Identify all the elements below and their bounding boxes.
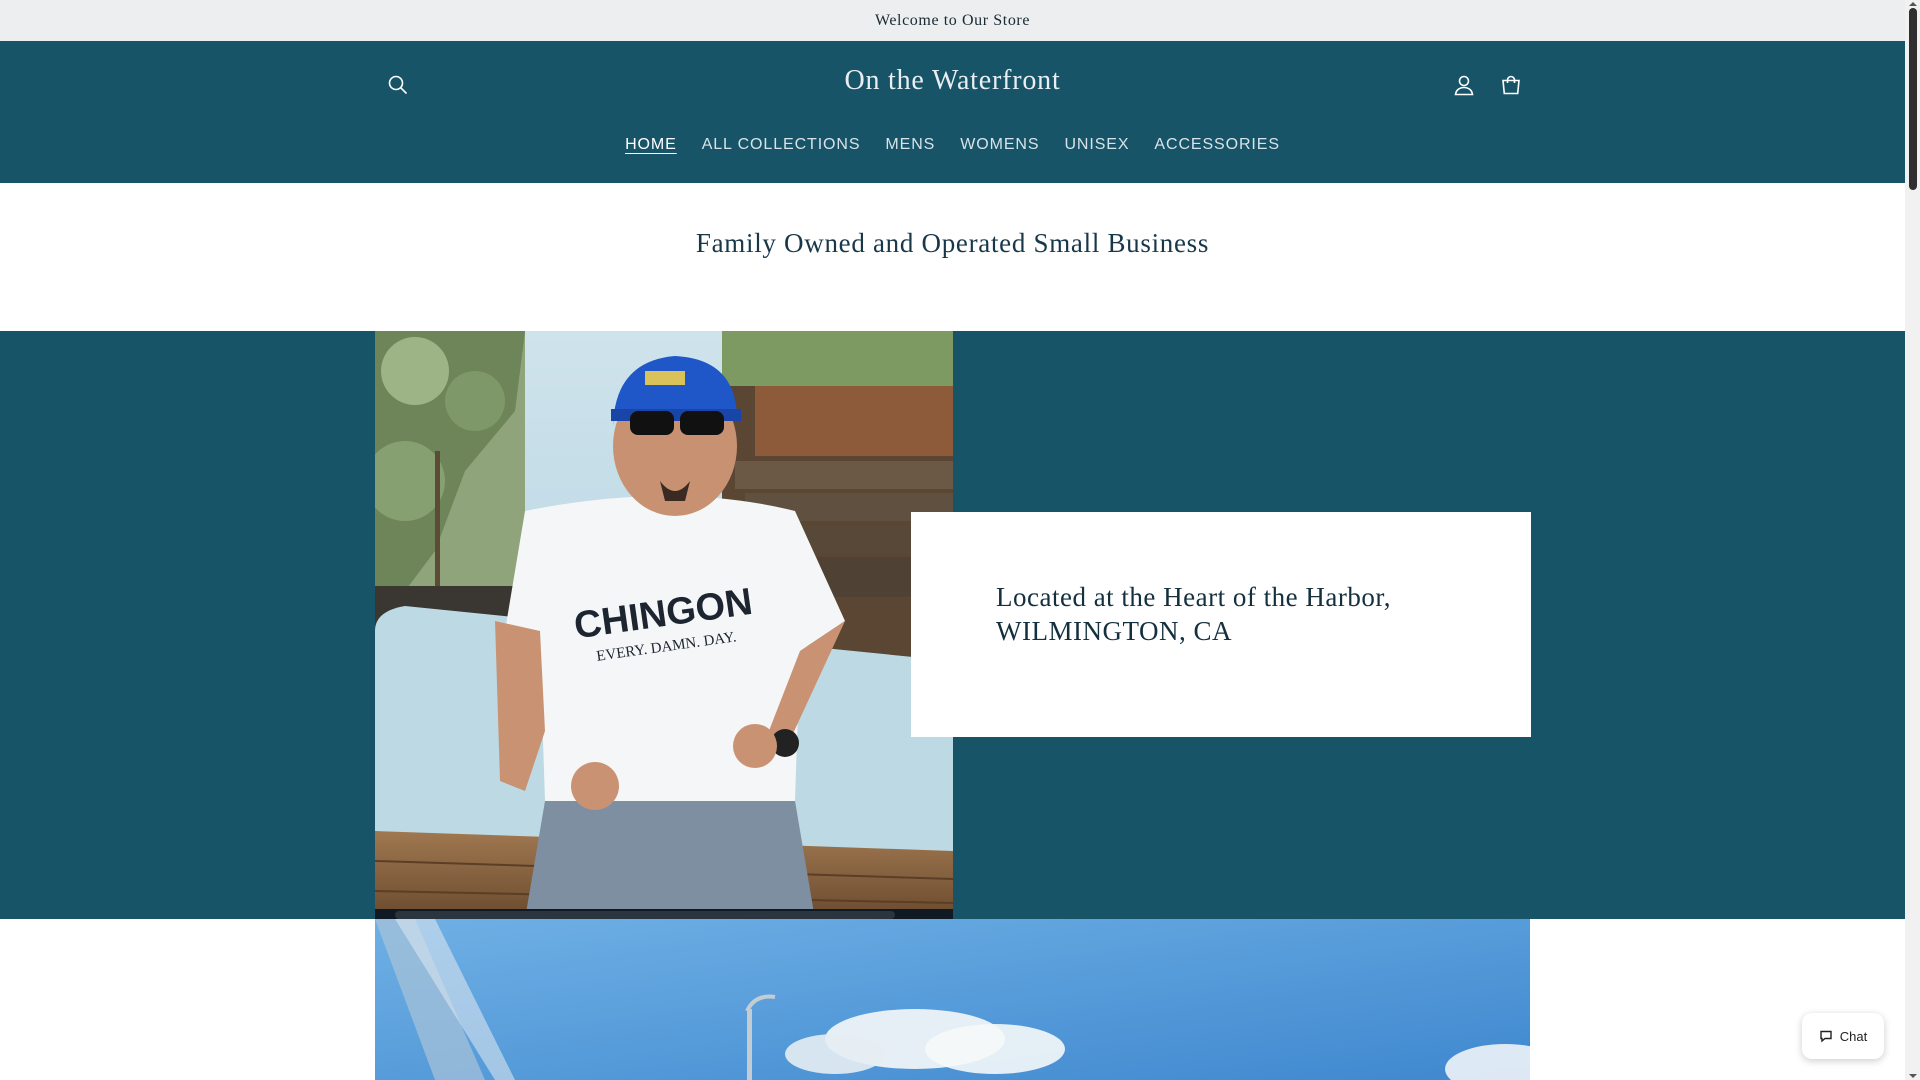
nav-unisex[interactable]: UNISEX	[1052, 136, 1142, 154]
location-heading: Located at the Heart of the Harbor, WILM…	[996, 582, 1391, 646]
main-nav: HOME ALL COLLECTIONS MENS WOMENS UNISEX …	[0, 129, 1905, 161]
nav-womens[interactable]: WOMENS	[948, 136, 1052, 154]
nav-home[interactable]: HOME	[613, 136, 690, 154]
location-card: Located at the Heart of the Harbor, WILM…	[911, 512, 1531, 737]
feature-section: CHINGON EVERY. DAMN. DAY. Located at the…	[0, 331, 1905, 919]
scroll-up-arrow-icon[interactable]	[1909, 2, 1917, 6]
scroll-down-arrow-icon[interactable]	[1909, 1074, 1917, 1078]
nav-accessories[interactable]: ACCESSORIES	[1142, 136, 1293, 154]
feature-photo: CHINGON EVERY. DAMN. DAY.	[375, 331, 953, 919]
account-button[interactable]	[1446, 67, 1482, 103]
scrollbar-thumb[interactable]	[1909, 8, 1917, 190]
announcement-text: Welcome to Our Store	[874, 11, 1031, 29]
cart-icon	[1502, 75, 1520, 95]
site-header: On the Waterfront HOME ALL COLLECTIONS M…	[0, 41, 1905, 183]
cart-button[interactable]	[1493, 67, 1529, 103]
page-scrollbar[interactable]	[1905, 0, 1920, 1080]
store-logo[interactable]: On the Waterfront	[0, 65, 1905, 97]
chat-icon	[1820, 1030, 1832, 1043]
nav-mens[interactable]: MENS	[873, 136, 948, 154]
account-icon	[1454, 75, 1474, 96]
tagline: Family Owned and Operated Small Business	[695, 228, 1210, 258]
announcement-bar: Welcome to Our Store	[0, 0, 1905, 41]
chat-label: Chat	[1839, 1028, 1868, 1044]
nav-all-collections[interactable]: ALL COLLECTIONS	[689, 136, 873, 154]
banner-image	[375, 919, 1530, 1080]
chat-button[interactable]: Chat	[1802, 1013, 1884, 1059]
